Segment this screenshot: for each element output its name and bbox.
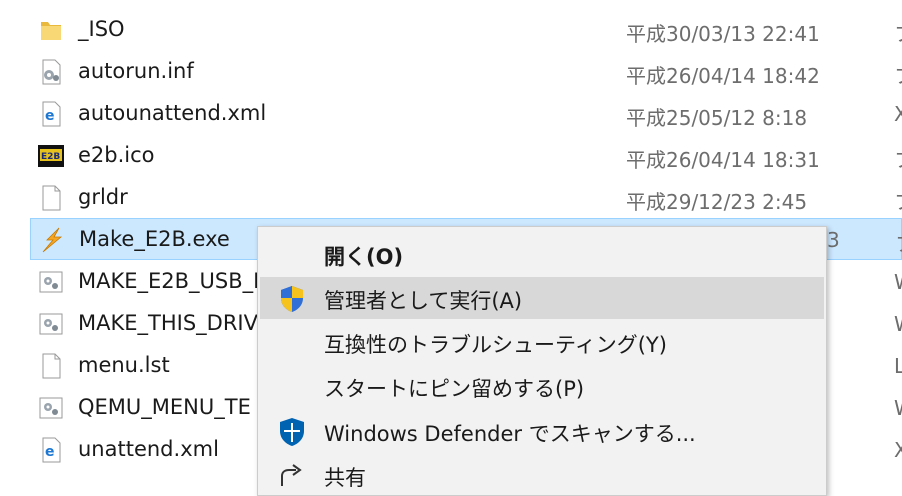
file-name: menu.lst (78, 353, 170, 377)
e2b-icon: E2B (38, 145, 64, 167)
svg-text:e: e (45, 108, 55, 124)
file-row-grldr[interactable]: grldr 平成29/12/23 2:45 フ (30, 177, 902, 219)
settings-file-icon (42, 59, 61, 85)
file-name: grldr (78, 185, 128, 209)
file-date: 平成30/03/13 22:41 (626, 22, 820, 46)
menu-item-open[interactable]: 開く(O) (258, 233, 826, 275)
file-type: フ (894, 144, 902, 173)
file-row-autounattend[interactable]: e autounattend.xml 平成25/05/12 8:18 X (30, 93, 902, 135)
share-icon (281, 464, 302, 486)
file-type: フ (894, 18, 902, 47)
menu-item-share[interactable]: 共有 (258, 454, 826, 496)
menu-item-label: 共有 (324, 466, 366, 490)
file-date: 平成25/05/12 8:18 (626, 106, 808, 130)
file-type: フ (894, 60, 902, 89)
batch-file-icon (39, 271, 63, 293)
edge-document-icon: e (42, 437, 61, 463)
batch-file-icon (39, 313, 63, 335)
menu-item-label: 互換性のトラブルシューティング(Y) (324, 333, 667, 357)
uac-shield-icon (281, 286, 303, 312)
file-type: X (894, 102, 902, 126)
file-date: 平成29/12/23 2:45 (626, 190, 808, 214)
menu-item-label: 開く(O) (324, 245, 404, 269)
folder-icon (41, 22, 61, 40)
file-type: フ (894, 186, 902, 215)
file-row-iso[interactable]: _ISO 平成30/03/13 22:41 フ (30, 9, 902, 51)
file-type: W (894, 396, 902, 420)
file-type: W (894, 312, 902, 336)
menu-item-pin-start[interactable]: スタートにピン留めする(P) (258, 365, 826, 407)
file-type: フ (895, 228, 902, 257)
edge-document-icon: e (42, 101, 61, 127)
file-name: MAKE_THIS_DRIV (78, 311, 258, 335)
blank-file-icon (42, 353, 61, 379)
menu-item-label: 管理者として実行(A) (324, 289, 523, 313)
file-date: 平成26/04/14 18:42 (626, 64, 820, 88)
menu-item-compat-troubleshoot[interactable]: 互換性のトラブルシューティング(Y) (258, 321, 826, 363)
file-name: MAKE_E2B_USB_I (78, 269, 260, 293)
file-name: unattend.xml (78, 437, 219, 461)
windows-defender-icon (280, 418, 304, 446)
svg-text:E2B: E2B (41, 152, 60, 162)
menu-item-label: Windows Defender でスキャンする... (324, 422, 696, 446)
context-menu: 開く(O) 管理者として実行(A) 互換性のトラブルシューティング(Y) スター… (257, 226, 827, 496)
file-name: autorun.inf (78, 59, 194, 83)
file-row-e2b-ico[interactable]: E2B e2b.ico 平成26/04/14 18:31 フ (30, 135, 902, 177)
menu-item-label: スタートにピン留めする(P) (324, 377, 585, 401)
file-type: W (894, 270, 902, 294)
file-name: Make_E2B.exe (79, 227, 230, 251)
file-type: X (894, 438, 902, 462)
file-name: e2b.ico (78, 143, 155, 167)
blank-file-icon (42, 185, 61, 211)
lightning-icon (42, 227, 63, 253)
file-date: 3 (827, 228, 840, 252)
menu-item-run-as-admin[interactable]: 管理者として実行(A) (260, 277, 824, 319)
batch-file-icon (39, 397, 63, 419)
file-date: 平成26/04/14 18:31 (626, 148, 820, 172)
svg-text:e: e (45, 444, 55, 460)
file-name: autounattend.xml (78, 101, 267, 125)
file-name: _ISO (78, 17, 125, 41)
menu-item-defender-scan[interactable]: Windows Defender でスキャンする... (258, 410, 826, 452)
file-type: L (894, 354, 902, 378)
file-name: QEMU_MENU_TE (78, 395, 251, 419)
file-row-autorun[interactable]: autorun.inf 平成26/04/14 18:42 フ (30, 51, 902, 93)
